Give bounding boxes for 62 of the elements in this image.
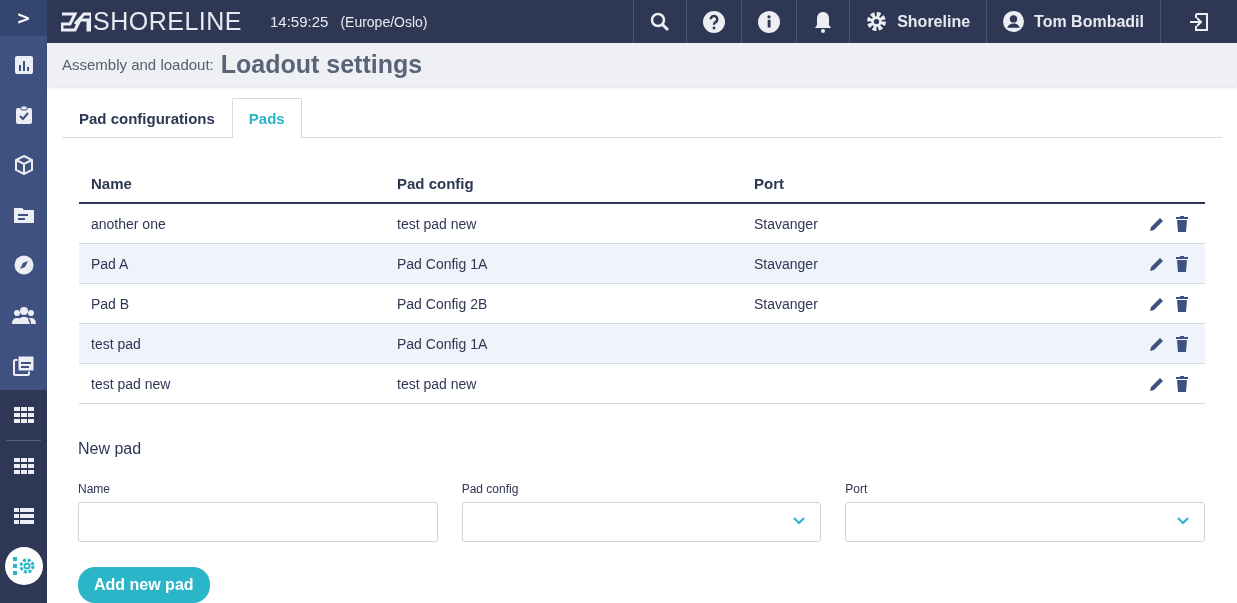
shoreline-logo: SHORELINE [61, 7, 242, 36]
user-avatar-icon [1003, 11, 1025, 32]
cube-icon [13, 155, 34, 175]
edit-icon[interactable] [1149, 295, 1165, 312]
edit-icon[interactable] [1149, 335, 1165, 352]
table-cell-text: Pad B [90, 295, 131, 312]
calendar-list-icon [12, 354, 35, 376]
edit-icon[interactable] [1149, 215, 1165, 232]
dropdown-field[interactable] [845, 502, 1205, 542]
people-icon [11, 306, 36, 324]
table-cell-text: Stavanger [753, 295, 819, 312]
breadcrumb-label: Assembly and loadout: [62, 56, 214, 73]
search-icon[interactable] [650, 11, 671, 32]
chevron-down-icon [1177, 517, 1189, 525]
clock-time: 14:59:25 [270, 13, 329, 30]
table-cell-text: test pad new [396, 375, 478, 392]
list-icon [13, 508, 34, 524]
page-title: Loadout settings [220, 50, 423, 79]
delete-icon[interactable] [1175, 375, 1189, 392]
edit-icon[interactable] [1149, 375, 1165, 392]
chevron-down-icon [793, 517, 806, 525]
table-cell-text: Stavanger [753, 255, 819, 272]
field-label: Port [845, 482, 869, 496]
table-cell-text: test pad new [396, 215, 478, 232]
settings-icon [12, 556, 35, 576]
clipboard-check-icon [13, 105, 34, 125]
folder-icon [12, 205, 35, 225]
column-header: Name [90, 174, 133, 192]
grid-icon [13, 458, 34, 474]
table-cell-text: Pad Config 2B [396, 295, 489, 312]
gear-icon [866, 11, 888, 32]
column-header: Pad config [396, 174, 475, 192]
edit-icon[interactable] [1149, 255, 1165, 272]
bar-chart-icon [13, 55, 34, 75]
table-cell-text: Pad Config 1A [396, 255, 489, 272]
table-cell-text: Pad Config 1A [396, 335, 489, 352]
table-cell-text: Stavanger [753, 215, 819, 232]
info-icon[interactable] [758, 10, 781, 33]
expand-toggle[interactable]: > [0, 0, 47, 36]
sidebar-item[interactable] [4, 547, 43, 585]
table-cell-text: test pad [90, 335, 142, 352]
table-cell-text: another one [90, 215, 167, 232]
delete-icon[interactable] [1175, 255, 1189, 272]
tab[interactable]: Pad configurations [62, 98, 232, 138]
compass-icon [13, 255, 34, 275]
bell-icon[interactable] [813, 10, 834, 33]
input-field[interactable] [78, 502, 438, 542]
grid-icon [13, 407, 34, 423]
delete-icon[interactable] [1175, 295, 1189, 312]
table-cell-text: test pad new [90, 375, 172, 392]
help-icon[interactable] [703, 10, 726, 33]
dropdown-field[interactable] [461, 502, 822, 542]
logout-icon[interactable] [1189, 11, 1209, 32]
section-title: New pad [78, 440, 142, 458]
timezone-label: (Europe/Oslo) [340, 13, 428, 30]
column-header: Port [753, 174, 785, 192]
field-label: Name [78, 482, 111, 496]
delete-icon[interactable] [1175, 335, 1189, 352]
delete-icon[interactable] [1175, 215, 1189, 232]
field-label: Pad config [461, 482, 520, 496]
logo-mark-icon [61, 11, 91, 32]
table-cell-text: Pad A [90, 255, 130, 272]
